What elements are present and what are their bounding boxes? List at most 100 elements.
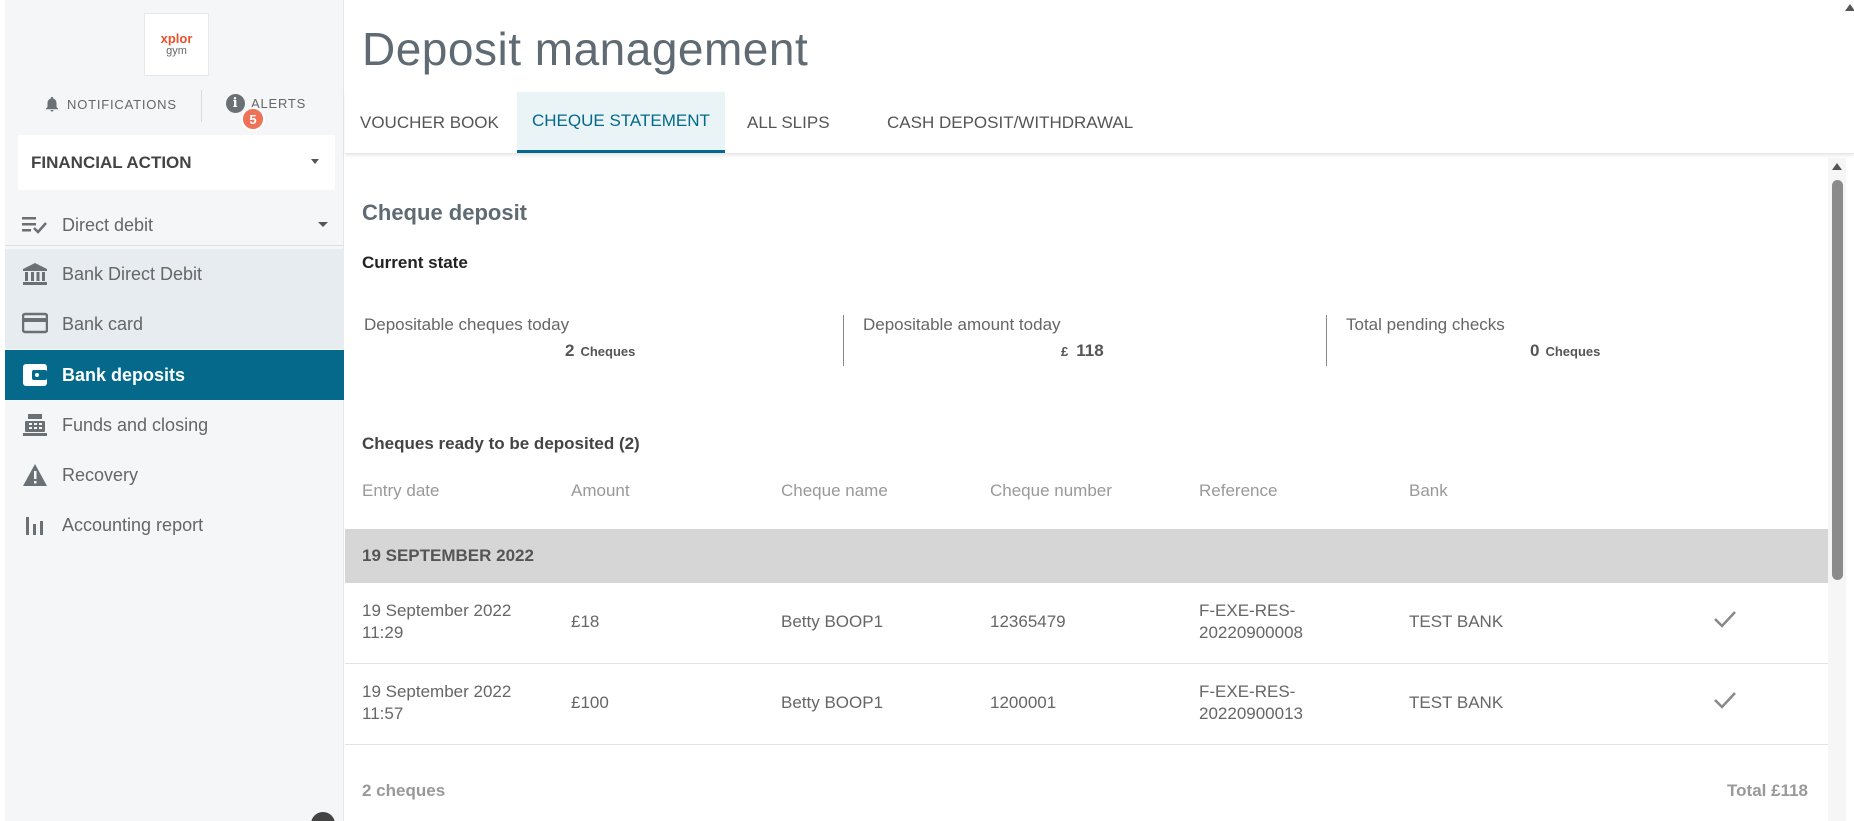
logo-text-bottom: gym [166,44,187,57]
vertical-scrollbar[interactable] [1828,158,1846,821]
reference-line-1: F-EXE-RES- [1199,682,1296,701]
checklist-icon [22,217,47,234]
bank-icon [23,263,47,285]
logo-text-top: xplor [160,30,193,46]
tab-all-slips[interactable]: ALL SLIPS [732,92,845,153]
cheque-count: 2 cheques [362,781,446,800]
stat-currency: £ [1061,344,1069,359]
cheques-ready-heading: Cheques ready to be deposited (2) [362,434,640,453]
app: xplor gym NOTIFICATIONS i ALERTS 5 FINAN… [0,0,1854,821]
sidebar-item-bank-direct-debit[interactable]: Bank Direct Debit [5,249,344,299]
group-label: 19 SEPTEMBER 2022 [362,546,534,565]
credit-card-icon [22,312,48,334]
cash-register-icon [23,414,47,436]
table-row[interactable]: 19 September 2022 11:29 £18 Betty BOOP1 1… [345,583,1828,664]
cell-reference: F-EXE-RES- 20220900013 [1199,681,1303,725]
sidebar: xplor gym NOTIFICATIONS i ALERTS 5 FINAN… [5,0,344,821]
cell-entry-date: 19 September 2022 11:29 [362,600,511,644]
sidebar-item-label: Bank deposits [62,365,186,385]
stat-number: 118 [1076,341,1104,360]
cell-bank: TEST BANK [1409,612,1504,631]
time-text: 11:57 [362,704,404,723]
alerts-count-badge: 5 [241,107,265,131]
cell-reference: F-EXE-RES- 20220900008 [1199,600,1303,644]
reference-line-2: 20220900008 [1199,623,1304,642]
stat-label: Depositable cheques today [364,315,570,334]
column-header-reference[interactable]: Reference [1199,481,1277,501]
stat-value: £118 [1061,341,1104,361]
chevron-down-icon [318,222,328,227]
stat-value: 0 Cheques [1530,341,1600,361]
cell-cheque-number: 1200001 [990,693,1057,712]
help-bubble-icon[interactable] [311,812,335,821]
tab-cheque-statement[interactable]: CHEQUE STATEMENT [517,92,725,153]
main-content: Deposit management VOUCHER BOOK CHEQUE S… [345,0,1854,821]
scrollbar-thumb[interactable] [1832,180,1843,580]
sidebar-item-bank-card[interactable]: Bank card [5,299,344,349]
scroll-up-arrow-icon[interactable] [1832,163,1842,170]
caret-down-icon [311,159,319,164]
stat-unit: Cheques [580,344,636,359]
column-header-cheque-name[interactable]: Cheque name [781,481,888,501]
sidebar-item-label: Bank card [62,314,144,334]
date-text: 19 September 2022 [362,682,512,701]
checkmark-icon[interactable] [1713,609,1737,629]
column-header-bank[interactable]: Bank [1409,481,1448,501]
date-text: 19 September 2022 [362,601,512,620]
notifications-label: NOTIFICATIONS [67,96,177,112]
brand-logo[interactable]: xplor gym [144,13,209,76]
tab-voucher-book[interactable]: VOUCHER BOOK [345,92,514,153]
section-label: Direct debit [62,215,154,235]
table-footer: 2 cheques Total £118 [345,775,1828,815]
sidebar-item-label: Bank Direct Debit [62,264,203,284]
cell-amount: £100 [571,693,609,712]
stat-total-pending: Total pending checks 0 Cheques [1327,315,1807,369]
bell-icon [46,96,58,112]
time-text: 11:29 [362,623,404,642]
column-header-amount[interactable]: Amount [571,481,630,501]
alerts-button[interactable]: i ALERTS [226,94,306,113]
info-icon: i [226,94,245,113]
notifications-button[interactable]: NOTIFICATIONS [43,94,177,114]
divider [201,90,202,122]
financial-action-value: FINANCIAL ACTION [31,152,192,172]
sidebar-item-label: Accounting report [62,515,204,535]
scroll-up-arrow-icon[interactable] [1845,4,1854,11]
date-group-row: 19 SEPTEMBER 2022 [345,529,1828,583]
sidebar-item-bank-deposits[interactable]: Bank deposits [5,350,344,400]
sidebar-item-funds-and-closing[interactable]: Funds and closing [5,400,344,450]
table-row[interactable]: 19 September 2022 11:57 £100 Betty BOOP1 … [345,664,1828,745]
sidebar-item-label: Recovery [62,465,139,485]
cell-amount: £18 [571,612,600,631]
column-header-entry-date[interactable]: Entry date [362,481,440,501]
sidebar-item-accounting-report[interactable]: Accounting report [5,500,344,550]
tab-bar: VOUCHER BOOK CHEQUE STATEMENT ALL SLIPS … [345,92,1854,154]
stat-unit: Cheques [1545,344,1601,359]
current-state-heading: Current state [362,253,468,272]
cell-cheque-number: 12365479 [990,612,1066,631]
cell-entry-date: 19 September 2022 11:57 [362,681,511,725]
reference-line-2: 20220900013 [1199,704,1304,723]
stat-number: 0 [1530,341,1540,360]
stat-label: Depositable amount today [863,315,1061,334]
section-direct-debit[interactable]: Direct debit [5,202,344,246]
cell-cheque-name: Betty BOOP1 [781,693,884,712]
section-title: Cheque deposit [362,200,528,225]
reference-line-1: F-EXE-RES- [1199,601,1296,620]
page-title: Deposit management [362,23,809,75]
stat-value: 2 Cheques [565,341,635,361]
column-header-cheque-number[interactable]: Cheque number [990,481,1112,501]
cell-cheque-name: Betty BOOP1 [781,612,884,631]
tab-cash-deposit-withdrawal[interactable]: CASH DEPOSIT/WITHDRAWAL [872,92,1148,153]
wallet-icon [23,364,47,386]
sidebar-item-label: Funds and closing [62,415,209,435]
warning-icon [23,464,47,486]
stat-depositable-amount: Depositable amount today £118 [844,315,1324,369]
bar-chart-icon [26,517,43,535]
cheque-deposit-panel: Cheque deposit Current state Depositable… [345,158,1828,821]
checkmark-icon[interactable] [1713,690,1737,710]
cheque-total: Total £118 [1727,781,1808,800]
sidebar-item-recovery[interactable]: Recovery [5,450,344,500]
table-header: Entry date Amount Cheque name Cheque num… [345,474,1828,514]
financial-action-select[interactable]: FINANCIAL ACTION [18,135,335,190]
